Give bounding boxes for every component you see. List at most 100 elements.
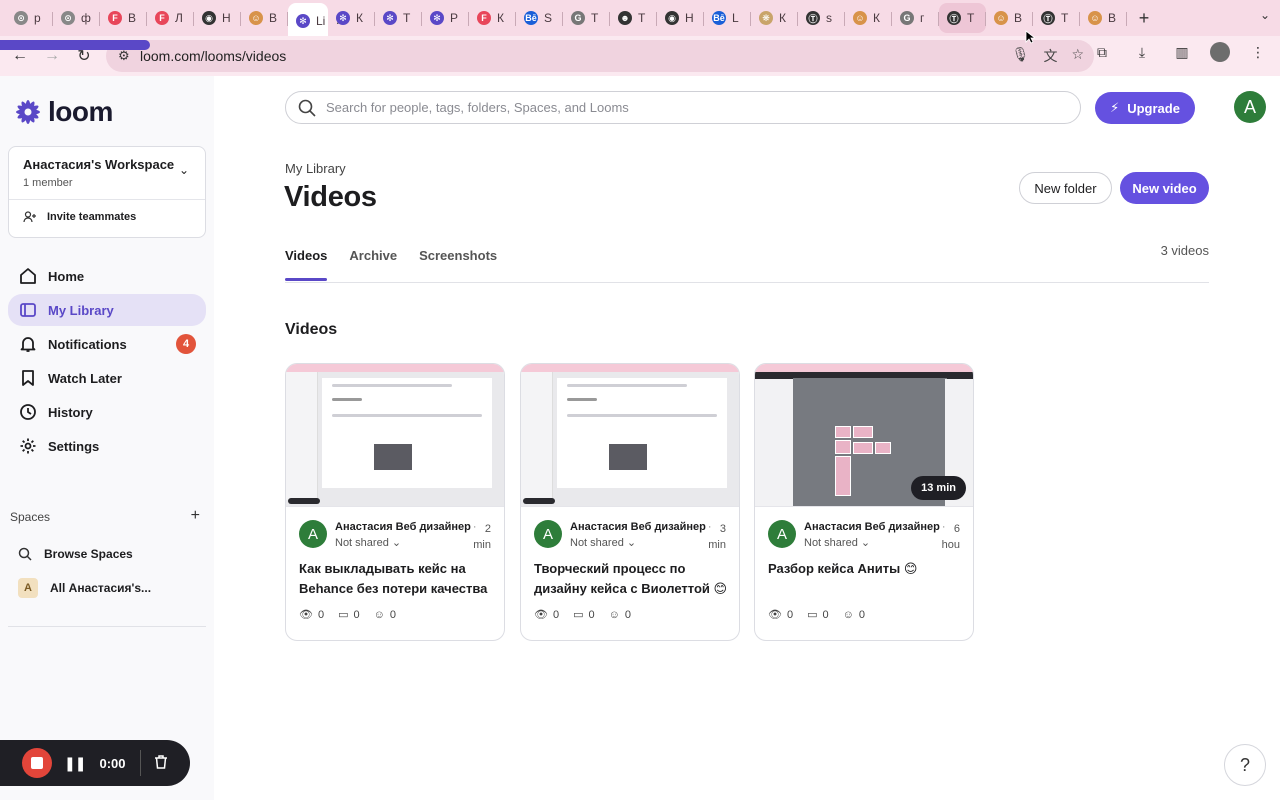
browser-tab[interactable]: FВ bbox=[100, 3, 147, 33]
browser-tab[interactable]: ◉ Н bbox=[657, 3, 704, 33]
browser-profile-avatar[interactable] bbox=[1210, 42, 1230, 62]
sidebar-item-notifications[interactable]: Notifications 4 bbox=[8, 328, 206, 360]
sidebar-item-history[interactable]: History bbox=[8, 396, 206, 428]
side-panel-icon[interactable]: ▥ bbox=[1170, 40, 1194, 64]
tab-favicon-icon: G bbox=[571, 11, 585, 25]
browser-tab[interactable]: Ⓣs bbox=[798, 3, 845, 33]
new-video-button[interactable]: New video bbox=[1120, 172, 1209, 204]
comments-count: 0 bbox=[822, 608, 829, 621]
invite-teammates-button[interactable]: Invite teammates bbox=[23, 211, 136, 223]
author-name: Анастасия Веб дизайнер bbox=[804, 521, 940, 533]
browser-tab[interactable]: ☺ В bbox=[1080, 3, 1127, 33]
video-title[interactable]: Разбор кейса Аниты 😊 bbox=[768, 559, 964, 579]
browse-spaces-link[interactable]: Browse Spaces bbox=[18, 542, 133, 566]
tab-archive[interactable]: Archive bbox=[349, 248, 397, 281]
video-card[interactable]: A Анастасия Веб дизайнер · 3 min Not share… bbox=[520, 363, 740, 641]
browser-tab[interactable]: FК bbox=[469, 3, 516, 33]
delete-recording-button[interactable] bbox=[153, 754, 169, 773]
address-bar[interactable]: ⚙ loom.com/looms/videos 🎙 文 ☆ bbox=[106, 40, 1094, 72]
search-bar[interactable] bbox=[285, 91, 1081, 124]
tab-screenshots[interactable]: Screenshots bbox=[419, 248, 497, 281]
browser-tab[interactable]: ✻ Т bbox=[375, 3, 422, 33]
sidebar-item-my-library[interactable]: My Library bbox=[8, 294, 206, 326]
thumbnail-video-preview bbox=[374, 444, 412, 470]
tab-title: Т bbox=[638, 11, 646, 25]
tab-title: г bbox=[920, 11, 925, 25]
video-thumbnail[interactable] bbox=[286, 364, 504, 507]
upgrade-label: Upgrade bbox=[1127, 100, 1180, 116]
comment-icon: ▭ bbox=[338, 609, 349, 621]
browser-tab[interactable]: Bē L bbox=[704, 3, 751, 33]
browser-tab[interactable]: ❋ К bbox=[751, 3, 798, 33]
browser-tab[interactable]: Gг bbox=[892, 3, 939, 33]
eye-icon: 👁 bbox=[299, 609, 313, 621]
chevron-down-icon[interactable]: ⌄ bbox=[179, 163, 189, 177]
search-input[interactable] bbox=[326, 100, 1026, 115]
download-icon[interactable]: ⤓ bbox=[1130, 40, 1154, 64]
site-settings-icon[interactable]: ⚙ bbox=[118, 48, 138, 64]
video-card[interactable]: A Анастасия Веб дизайнер · 2 min Not share… bbox=[285, 363, 505, 641]
browser-tab[interactable]: GТ bbox=[563, 3, 610, 33]
video-thumbnail[interactable] bbox=[521, 364, 739, 507]
video-author: Анастасия Веб дизайнер · bbox=[804, 521, 948, 533]
user-avatar[interactable]: A bbox=[1234, 91, 1266, 123]
sidebar-item-watch-later[interactable]: Watch Later bbox=[8, 362, 206, 394]
bell-icon bbox=[18, 334, 38, 354]
new-tab-button[interactable]: + bbox=[1131, 5, 1157, 31]
sharing-status-dropdown[interactable]: Not shared ⌄ bbox=[804, 536, 870, 549]
workspace-switcher[interactable]: Анастасия's Workspace 1 member ⌄ Invite … bbox=[8, 146, 206, 238]
browser-tab[interactable]: ✻ Р bbox=[422, 3, 469, 33]
browser-tab[interactable]: FЛ bbox=[147, 3, 194, 33]
browser-tab[interactable]: Ⓣ Т bbox=[939, 3, 986, 33]
tab-search-chevron-icon[interactable]: ⌄ bbox=[1260, 8, 1270, 22]
browser-tab[interactable]: ⊙ р bbox=[6, 3, 53, 33]
sharing-status-dropdown[interactable]: Not shared ⌄ bbox=[570, 536, 636, 549]
tab-title: В bbox=[269, 11, 278, 25]
add-space-button[interactable]: + bbox=[191, 508, 200, 524]
thumbnail-line bbox=[332, 414, 482, 417]
upgrade-button[interactable]: ⚡ Upgrade bbox=[1095, 92, 1195, 124]
thumbnail-layers-panel bbox=[755, 379, 793, 506]
translate-icon[interactable]: 文 bbox=[1043, 46, 1057, 66]
breadcrumb[interactable]: My Library bbox=[285, 161, 346, 176]
video-thumbnail[interactable]: 13 min bbox=[755, 364, 973, 507]
age-number: 6 bbox=[953, 523, 960, 535]
video-age: 2 min bbox=[469, 521, 491, 553]
workspace-name: Анастасия's Workspace bbox=[23, 157, 175, 172]
thumbnail-line bbox=[567, 414, 717, 417]
browser-tab[interactable]: ⊙ ф bbox=[53, 3, 100, 33]
video-title[interactable]: Как выкладывать кейс на Behance без поте… bbox=[299, 559, 495, 599]
browser-tab[interactable]: ☺ В bbox=[241, 3, 288, 33]
browser-tab[interactable]: ☻ Т bbox=[610, 3, 657, 33]
space-item-all[interactable]: A All Анастасия's... bbox=[18, 576, 151, 600]
bookmark-star-icon[interactable]: ☆ bbox=[1071, 46, 1084, 66]
browser-tab[interactable]: ✻Li✕ bbox=[288, 3, 345, 39]
sidebar-item-home[interactable]: Home bbox=[8, 260, 206, 292]
browser-tab[interactable]: ◉ Н bbox=[194, 3, 241, 33]
browser-menu-icon[interactable]: ⋮ bbox=[1246, 40, 1270, 64]
browser-tab[interactable]: ☺ В bbox=[986, 3, 1033, 33]
help-button[interactable]: ? bbox=[1224, 744, 1266, 786]
pause-button[interactable]: ❚❚ bbox=[64, 755, 86, 772]
video-title[interactable]: Творческий процесс по дизайну кейса с Ви… bbox=[534, 559, 730, 599]
stop-recording-button[interactable] bbox=[22, 748, 52, 778]
sharing-status-dropdown[interactable]: Not shared ⌄ bbox=[335, 536, 401, 549]
extensions-icon[interactable]: ⧉ bbox=[1090, 40, 1114, 64]
browser-tab[interactable]: Bē S bbox=[516, 3, 563, 33]
sidebar-item-settings[interactable]: Settings bbox=[8, 430, 206, 462]
browser-tab[interactable]: ☺ К bbox=[845, 3, 892, 33]
sidebar-item-label: Settings bbox=[48, 438, 100, 454]
loom-logo[interactable]: loom bbox=[14, 96, 113, 128]
browser-tab[interactable]: Ⓣ Т bbox=[1033, 3, 1080, 33]
tab-favicon-icon: Ⓣ bbox=[1041, 11, 1055, 25]
tab-title: s bbox=[826, 11, 832, 25]
microphone-icon[interactable]: 🎙 bbox=[1012, 46, 1030, 66]
invite-label: Invite teammates bbox=[47, 211, 137, 223]
browser-tab[interactable]: ✻ К bbox=[328, 3, 375, 33]
reactions-stat: ☺ 0 bbox=[374, 608, 396, 621]
tab-videos[interactable]: Videos bbox=[285, 248, 328, 281]
space-label: All Анастасия's... bbox=[50, 581, 152, 595]
video-card[interactable]: 13 min A Анастасия Веб дизайнер · 6 hou No… bbox=[754, 363, 974, 641]
divider bbox=[139, 750, 141, 776]
new-folder-button[interactable]: New folder bbox=[1019, 172, 1112, 204]
